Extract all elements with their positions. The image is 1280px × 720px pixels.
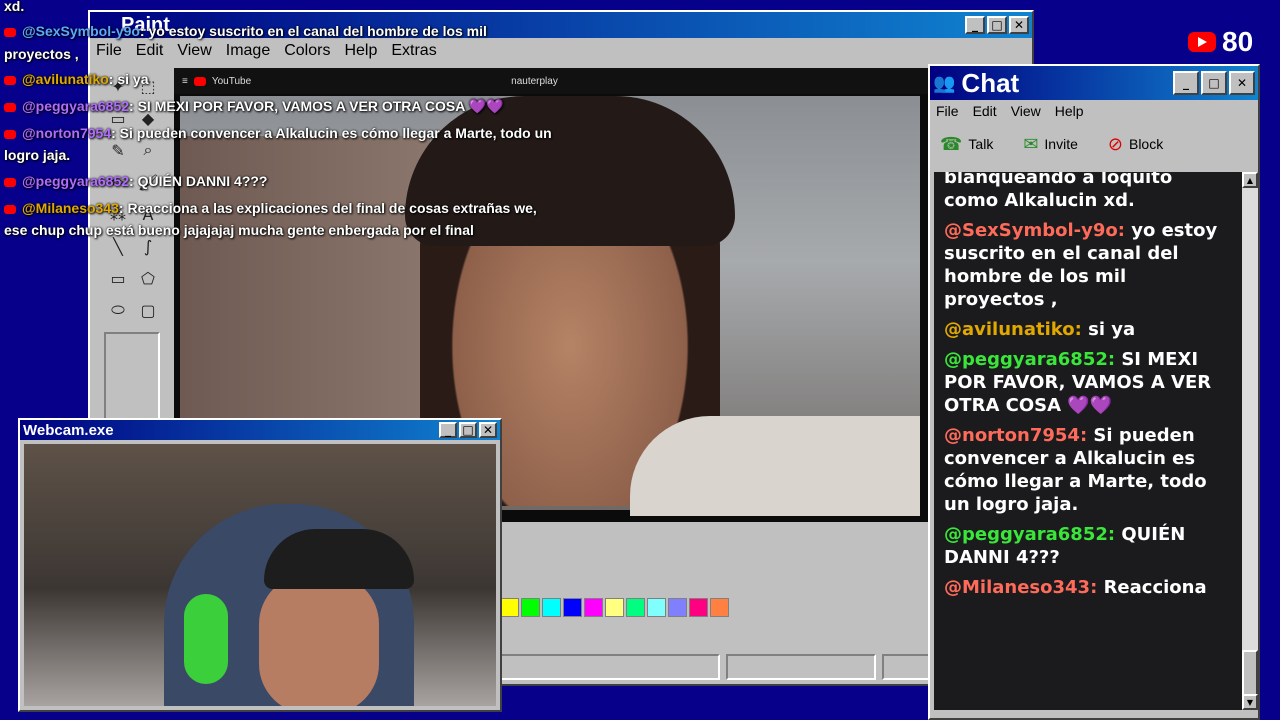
color-swatch[interactable]	[668, 598, 687, 617]
minimize-button[interactable]: _	[439, 422, 457, 438]
menu-file[interactable]: File	[96, 42, 122, 60]
chat-titlebar[interactable]: 👥 Chat _ □ ✕	[930, 66, 1258, 100]
talk-icon: ☎	[940, 133, 963, 155]
minimize-button[interactable]: _	[1173, 71, 1199, 95]
color-palette	[500, 598, 729, 617]
overlay-message: @SexSymbol-y9o: yo estoy suscrito en el …	[4, 22, 487, 40]
close-button[interactable]: ✕	[1229, 71, 1255, 95]
webcam-feed	[24, 444, 496, 706]
chat-menu-help[interactable]: Help	[1055, 103, 1084, 119]
chat-message: blanqueando a loquito	[944, 172, 1173, 188]
polygon-icon[interactable]: ⬠	[134, 264, 162, 292]
color-swatch[interactable]	[500, 598, 519, 617]
minimize-button[interactable]: _	[965, 16, 985, 34]
menu-help[interactable]: Help	[344, 42, 377, 60]
color-swatch[interactable]	[626, 598, 645, 617]
youtube-icon	[193, 76, 206, 86]
color-swatch[interactable]	[563, 598, 582, 617]
overlay-line: logro jaja.	[4, 147, 71, 163]
overlay-message: @avilunatiko: si ya	[4, 70, 149, 88]
overlay-line: xd.	[4, 0, 25, 14]
chat-menu-file[interactable]: File	[936, 103, 959, 119]
webcam-title: Webcam.exe	[23, 421, 114, 439]
invite-icon: ✉	[1023, 133, 1039, 155]
maximize-button[interactable]: □	[1201, 71, 1227, 95]
ellipse-icon[interactable]: ⬭	[104, 296, 132, 324]
chat-scrollbar[interactable]: ▲ ▼	[1242, 172, 1258, 710]
talk-button[interactable]: ☎ Talk	[940, 134, 993, 155]
scroll-thumb[interactable]	[1242, 650, 1258, 700]
block-icon: ⊘	[1107, 133, 1123, 155]
status-cell	[882, 654, 934, 680]
chat-window: 👥 Chat _ □ ✕ File Edit View Help ☎ Talk ✉…	[928, 64, 1260, 720]
close-button[interactable]: ✕	[479, 422, 497, 438]
streamer-cap	[264, 529, 414, 589]
overlay-message: @peggyara6852: SI MEXI POR FAVOR, VAMOS …	[4, 97, 504, 115]
menu-view[interactable]: View	[177, 42, 211, 60]
browser-bar: ≡ YouTube nauterplay	[174, 68, 928, 94]
chat-message: como Alkalucin xd.	[944, 190, 1135, 211]
color-swatch[interactable]	[710, 598, 729, 617]
menu-extras[interactable]: Extras	[391, 42, 436, 60]
status-cell	[726, 654, 876, 680]
invite-button[interactable]: ✉ Invite	[1023, 134, 1078, 155]
paint-menubar: File Edit View Image Colors Help Extras	[90, 38, 1032, 64]
chat-message: @peggyara6852: SI MEXI POR FAVOR, VAMOS …	[944, 349, 1212, 416]
maximize-button[interactable]: □	[987, 16, 1007, 34]
chat-message: @SexSymbol-y9o: yo estoy suscrito en el …	[944, 220, 1218, 310]
green-headphone	[184, 594, 228, 684]
color-swatch[interactable]	[605, 598, 624, 617]
chat-log[interactable]: blanqueando a loquito como Alkalucin xd.…	[934, 172, 1242, 710]
webcam-window: Webcam.exe _ □ ✕	[18, 418, 502, 712]
status-cell	[500, 654, 720, 680]
scroll-up-icon[interactable]: ▲	[1242, 172, 1258, 188]
chat-message: @norton7954: Si pueden convencer a Alkal…	[944, 425, 1207, 515]
tool-options[interactable]	[104, 332, 160, 422]
color-swatch[interactable]	[521, 598, 540, 617]
chat-toolbar: ☎ Talk ✉ Invite ⊘ Block	[930, 122, 1258, 166]
viewer-count: 80	[1222, 26, 1254, 57]
maximize-button[interactable]: □	[459, 422, 477, 438]
menu-edit[interactable]: Edit	[136, 42, 164, 60]
overlay-message: @peggyara6852: QUIÉN DANNI 4???	[4, 172, 268, 190]
chat-title: Chat	[961, 67, 1020, 98]
overlay-line: proyectos ,	[4, 46, 79, 62]
overlay-message: @norton7954: Si pueden convencer a Alkal…	[4, 124, 552, 142]
rounded-rect-icon[interactable]: ▢	[134, 296, 162, 324]
chat-menu-view[interactable]: View	[1011, 103, 1041, 119]
menu-colors[interactable]: Colors	[284, 42, 330, 60]
color-swatch[interactable]	[542, 598, 561, 617]
streamer-face	[259, 574, 379, 706]
chat-message: @Milaneso343: Reacciona	[944, 577, 1207, 598]
color-swatch[interactable]	[647, 598, 666, 617]
viewer-counter: 80	[1188, 26, 1253, 58]
scroll-down-icon[interactable]: ▼	[1242, 694, 1258, 710]
chat-menubar: File Edit View Help	[930, 100, 1258, 122]
webcam-titlebar[interactable]: Webcam.exe _ □ ✕	[20, 420, 500, 440]
block-button[interactable]: ⊘ Block	[1108, 134, 1163, 155]
chat-message: @peggyara6852: QUIÉN DANNI 4???	[944, 524, 1186, 568]
video-tab-mid: nauterplay	[511, 75, 558, 87]
color-swatch[interactable]	[584, 598, 603, 617]
youtube-logo-icon	[1188, 32, 1216, 52]
rectangle-icon[interactable]: ▭	[104, 264, 132, 292]
chat-menu-edit[interactable]: Edit	[973, 103, 997, 119]
person-jacket	[630, 416, 920, 516]
menu-image[interactable]: Image	[226, 42, 270, 60]
close-button[interactable]: ✕	[1009, 16, 1029, 34]
video-tab-left: YouTube	[211, 75, 252, 87]
color-swatch[interactable]	[689, 598, 708, 617]
overlay-line: ese chup chup está bueno jajajajaj mucha…	[4, 222, 474, 238]
chat-message: @avilunatiko: si ya	[944, 319, 1136, 340]
users-icon: 👥	[933, 72, 956, 94]
overlay-message: @Milaneso343: Reacciona a las explicacio…	[4, 199, 537, 217]
